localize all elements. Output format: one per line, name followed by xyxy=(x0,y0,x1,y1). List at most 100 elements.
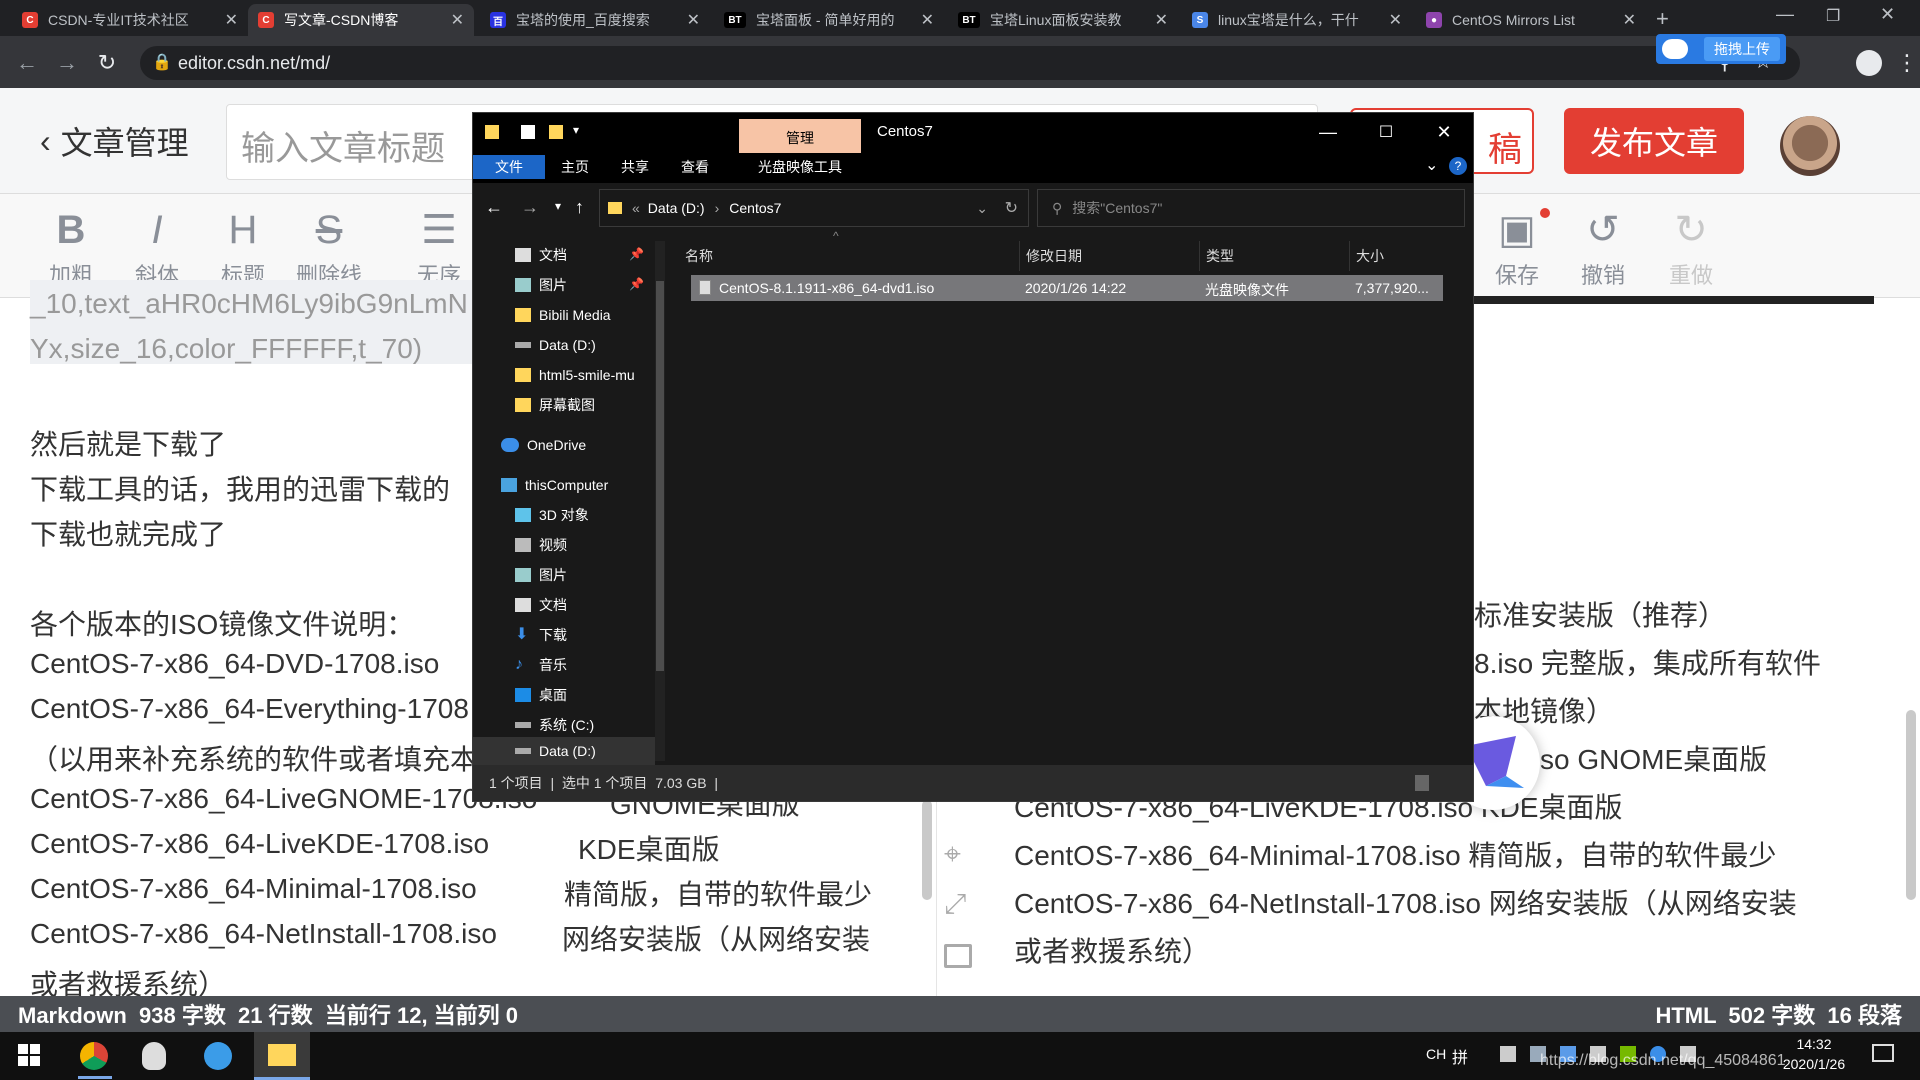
tab-centos-mirrors[interactable]: ● CentOS Mirrors List ✕ xyxy=(1416,4,1646,36)
redo-button[interactable]: ↻ 重做 xyxy=(1656,206,1726,290)
nav-item-screenshots[interactable]: 屏幕截图 xyxy=(515,391,595,419)
breadcrumb-drive[interactable]: Data (D:) xyxy=(648,200,705,216)
qq-icon[interactable] xyxy=(142,1042,166,1070)
table-row[interactable]: CentOS-8.1.1911-x86_64-dvd1.iso 2020/1/2… xyxy=(691,275,1443,301)
close-icon[interactable]: ✕ xyxy=(225,10,238,30)
tab-csdn-home[interactable]: C CSDN-专业IT技术社区 ✕ xyxy=(12,4,248,36)
close-icon[interactable]: ✕ xyxy=(1623,10,1636,30)
bold-button[interactable]: B 加粗 xyxy=(36,206,106,290)
clock[interactable]: 14:32 2020/1/26 xyxy=(1774,1034,1854,1074)
refresh-icon[interactable]: ↻ xyxy=(1005,198,1018,218)
pin-icon[interactable]: 📌 xyxy=(629,247,644,261)
tab-linux-bt[interactable]: S linux宝塔是什么，干什 ✕ xyxy=(1182,4,1412,36)
nav-item-3d-objects[interactable]: 3D 对象 xyxy=(515,501,589,529)
close-icon[interactable]: ✕ xyxy=(1155,10,1168,30)
windows-start-icon[interactable] xyxy=(18,1044,40,1066)
nav-item-onedrive[interactable]: OneDrive xyxy=(501,431,586,459)
nav-item-pictures-2[interactable]: 图片 xyxy=(515,561,567,589)
back-icon[interactable]: ← xyxy=(12,48,42,78)
tab-baidu-search[interactable]: 百 宝塔的使用_百度搜索 ✕ xyxy=(480,4,710,36)
maximize-button[interactable]: ☐ xyxy=(1357,113,1415,151)
nav-item-system-c[interactable]: 系统 (C:) xyxy=(515,711,594,739)
nav-item-downloads[interactable]: ⬇ 下载 xyxy=(515,621,567,649)
ime-mode[interactable]: 拼 xyxy=(1452,1044,1468,1068)
nav-item-music[interactable]: ♪ 音乐 xyxy=(515,651,567,679)
drag-upload-widget[interactable]: 拖拽上传 xyxy=(1656,34,1786,64)
close-icon[interactable]: ✕ xyxy=(921,10,934,30)
address-box[interactable]: « Data (D:) › Centos7 ⌄ ↻ xyxy=(599,189,1029,227)
nav-item-desktop[interactable]: 桌面 xyxy=(515,681,567,709)
nav-item-html5-smile[interactable]: html5-smile-mu xyxy=(515,361,635,389)
explorer-taskbar-button[interactable] xyxy=(254,1032,310,1080)
close-icon[interactable]: ✕ xyxy=(451,10,464,30)
new-tab-button[interactable]: + xyxy=(1656,6,1669,32)
undo-button[interactable]: ↺ 撤销 xyxy=(1568,206,1638,290)
tab-share[interactable]: 共享 xyxy=(605,155,665,179)
profile-icon[interactable] xyxy=(1856,50,1882,76)
nav-item-pictures[interactable]: 图片 xyxy=(515,271,567,299)
article-manage-link[interactable]: ‹ 文章管理 xyxy=(40,118,189,164)
column-type[interactable]: 类型 xyxy=(1199,241,1339,271)
forward-icon[interactable]: → xyxy=(521,197,539,218)
expand-icon[interactable]: ⤢ xyxy=(944,888,966,921)
properties-icon[interactable] xyxy=(521,125,535,139)
heading-button[interactable]: H 标题 xyxy=(208,206,278,290)
help-icon[interactable]: ? xyxy=(1449,157,1467,175)
nav-scrollbar-thumb[interactable] xyxy=(656,281,664,671)
nav-scrollbar[interactable] xyxy=(655,241,665,761)
nav-item-videos[interactable]: 视频 xyxy=(515,531,567,559)
ime-indicator[interactable]: CH xyxy=(1426,1046,1446,1062)
nav-item-this-computer[interactable]: thisComputer xyxy=(501,471,608,499)
up-icon[interactable]: ↑ xyxy=(575,197,584,218)
chrome-icon[interactable] xyxy=(80,1042,108,1070)
tab-view[interactable]: 查看 xyxy=(665,155,725,179)
avatar[interactable] xyxy=(1780,116,1840,176)
unordered-list-button[interactable]: ☰ 无序 xyxy=(404,206,474,290)
nav-item-data-d[interactable]: Data (D:) xyxy=(515,331,596,359)
nav-item-bibili-media[interactable]: Bibili Media xyxy=(515,301,611,329)
strikethrough-button[interactable]: S 删除线 xyxy=(294,206,364,290)
column-date[interactable]: 修改日期 xyxy=(1019,241,1159,271)
close-icon[interactable]: ✕ xyxy=(1389,10,1402,30)
minimize-button[interactable]: — xyxy=(1299,113,1357,151)
tab-manage[interactable]: 管理 xyxy=(739,119,861,157)
tab-bt-linux[interactable]: BT 宝塔Linux面板安装教 ✕ xyxy=(948,4,1178,36)
chevron-down-icon[interactable]: ⌄ xyxy=(976,200,988,217)
close-button[interactable]: ✕ xyxy=(1415,113,1473,151)
close-window-button[interactable]: ✕ xyxy=(1880,4,1895,25)
monitor-icon[interactable] xyxy=(944,944,972,968)
app-icon[interactable] xyxy=(204,1042,232,1070)
italic-button[interactable]: I 斜体 xyxy=(122,206,192,290)
tab-disc-image-tools[interactable]: 光盘映像工具 xyxy=(739,155,861,179)
menu-icon[interactable]: ⋮ xyxy=(1896,50,1918,76)
nav-item-data-d-2[interactable]: Data (D:) xyxy=(515,737,596,765)
details-view-icon[interactable] xyxy=(1415,775,1429,791)
minimize-button[interactable]: — xyxy=(1776,4,1794,25)
recent-dropdown-icon[interactable]: ▾ xyxy=(555,199,561,213)
chevron-down-icon[interactable]: ⌄ xyxy=(1425,155,1438,175)
nav-item-documents[interactable]: 文档 xyxy=(515,241,567,269)
tab-write-article[interactable]: C 写文章-CSDN博客 ✕ xyxy=(248,4,474,36)
column-name[interactable]: 名称 xyxy=(685,241,1005,271)
column-size[interactable]: 大小 xyxy=(1349,241,1449,271)
notification-icon[interactable] xyxy=(1872,1044,1894,1062)
close-icon[interactable]: ✕ xyxy=(687,10,700,30)
tab-home[interactable]: 主页 xyxy=(545,155,605,179)
search-box[interactable]: ⚲ 搜索"Centos7" xyxy=(1037,189,1465,227)
save-button[interactable]: ▣ 保存 xyxy=(1482,206,1552,290)
breadcrumb-folder[interactable]: Centos7 xyxy=(729,200,781,216)
reload-icon[interactable]: ↻ xyxy=(92,48,122,78)
new-folder-icon[interactable] xyxy=(549,125,563,139)
publish-button[interactable]: 发布文章 xyxy=(1564,108,1744,174)
restore-button[interactable]: ❐ xyxy=(1826,6,1840,26)
crosshair-icon[interactable]: ⌖ xyxy=(944,838,961,872)
address-bar[interactable]: 🔒 editor.csdn.net/md/ ⚲ ☆ xyxy=(140,46,1800,80)
tab-bt-panel[interactable]: BT 宝塔面板 - 简单好用的 ✕ xyxy=(714,4,944,36)
tab-file[interactable]: 文件 xyxy=(473,155,545,179)
pin-icon[interactable]: 📌 xyxy=(629,277,644,291)
preview-scrollbar[interactable] xyxy=(1906,710,1916,900)
editor-scrollbar[interactable] xyxy=(922,800,932,900)
nav-item-documents-2[interactable]: 文档 xyxy=(515,591,567,619)
back-icon[interactable]: ← xyxy=(485,197,503,218)
quick-access-dropdown-icon[interactable]: ▾ xyxy=(573,123,579,137)
